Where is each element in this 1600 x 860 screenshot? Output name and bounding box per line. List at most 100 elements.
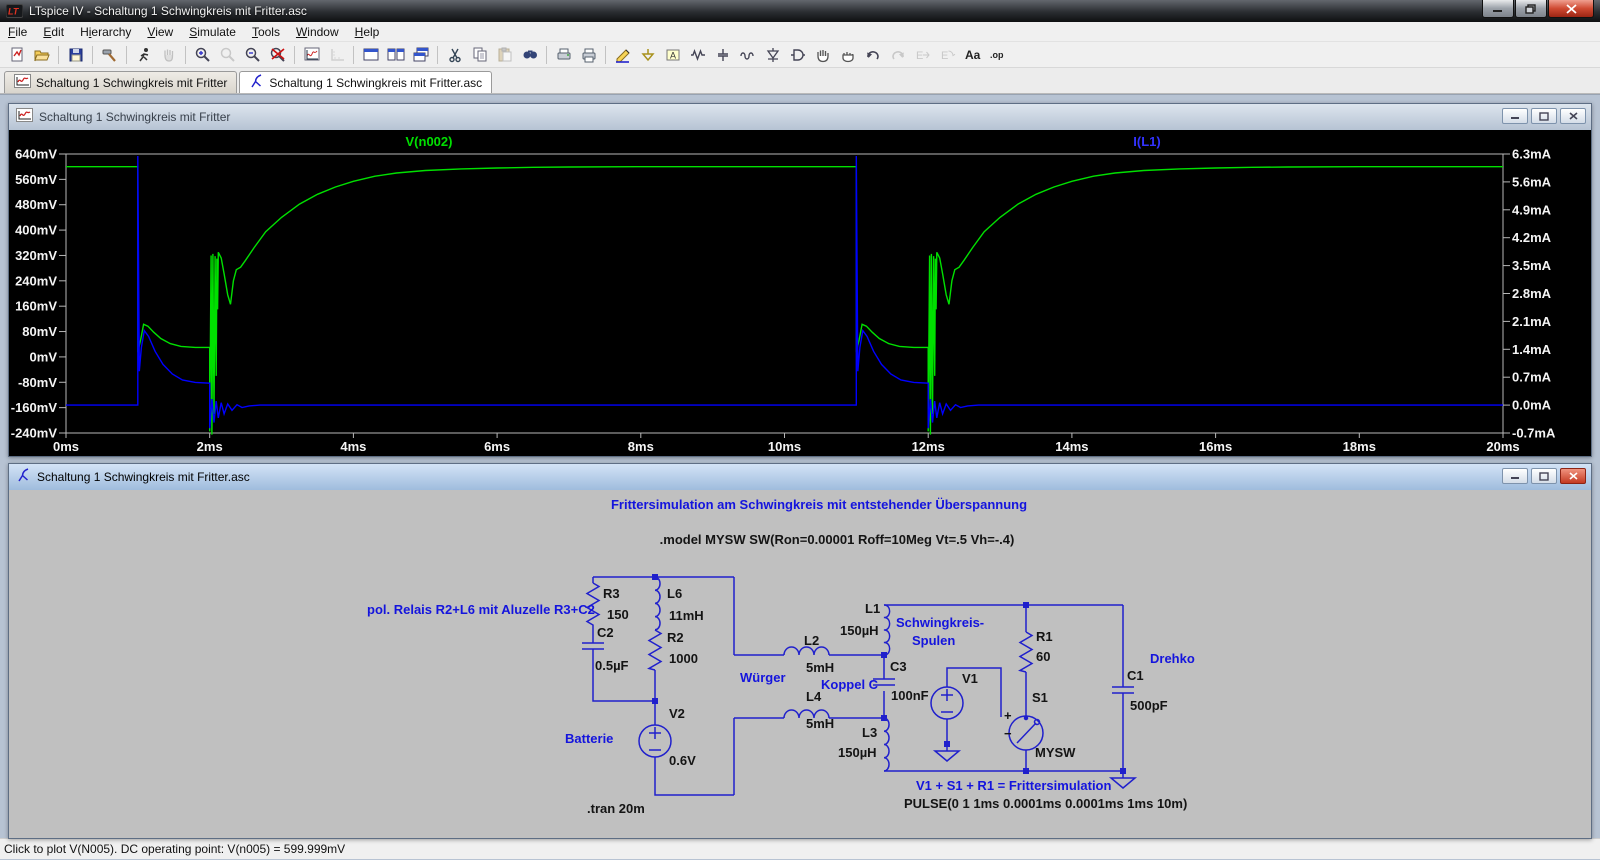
- find-button[interactable]: [517, 43, 542, 66]
- y-left-tick: 240mV: [15, 273, 57, 288]
- run-button[interactable]: [131, 43, 156, 66]
- mirror-button[interactable]: E: [910, 43, 935, 66]
- wire-button[interactable]: [610, 43, 635, 66]
- print-preview-button[interactable]: [551, 43, 576, 66]
- waveform-minimize-button[interactable]: [1502, 108, 1528, 124]
- drag-button[interactable]: [835, 43, 860, 66]
- autorange-button[interactable]: [299, 43, 324, 66]
- toolbar-separator: [58, 45, 59, 64]
- menu-file[interactable]: File: [0, 23, 35, 41]
- schematic-label: Batterie: [565, 731, 614, 746]
- schematic-canvas[interactable]: Frittersimulation am Schwingkreis mit en…: [9, 490, 1591, 838]
- paste-button[interactable]: [492, 43, 517, 66]
- capacitor-C2[interactable]: [582, 642, 604, 650]
- zoom-in-icon: [195, 47, 210, 62]
- diode-button[interactable]: [760, 43, 785, 66]
- schematic-label: C3: [890, 659, 907, 674]
- move-button[interactable]: [810, 43, 835, 66]
- ground-button[interactable]: [635, 43, 660, 66]
- grid-button[interactable]: [324, 43, 349, 66]
- schematic-minimize-button[interactable]: [1502, 468, 1528, 484]
- schematic-label: L1: [865, 601, 881, 616]
- x-tick: 20ms: [1486, 439, 1519, 454]
- paste-icon: [498, 47, 511, 61]
- capacitor-C1[interactable]: [1112, 686, 1134, 694]
- spice-directive-button[interactable]: .op: [985, 43, 1010, 66]
- copy-button[interactable]: [467, 43, 492, 66]
- voltage-source-V2[interactable]: [638, 724, 672, 758]
- diode-icon: [766, 47, 779, 62]
- cut-button[interactable]: [442, 43, 467, 66]
- open-button[interactable]: [29, 43, 54, 66]
- menu-window[interactable]: Window: [288, 23, 347, 41]
- toolbar: A E E Aa .op: [0, 42, 1600, 68]
- waveform-close-button[interactable]: [1560, 108, 1586, 124]
- tab-1[interactable]: Schaltung 1 Schwingkreis mit Fritter: [4, 71, 238, 93]
- menu-hierarchy[interactable]: Hierarchy: [72, 23, 139, 41]
- menu-edit[interactable]: Edit: [35, 23, 72, 41]
- halt-icon: [163, 49, 173, 62]
- grid-icon: [330, 48, 344, 61]
- svg-text:A: A: [669, 50, 675, 60]
- resistor-button[interactable]: [685, 43, 710, 66]
- save-button[interactable]: [63, 43, 88, 66]
- menu-tools[interactable]: Tools: [244, 23, 288, 41]
- inductor-L2[interactable]: [783, 646, 830, 656]
- schematic-window-titlebar[interactable]: Schaltung 1 Schwingkreis mit Fritter.asc: [9, 464, 1591, 490]
- component-button[interactable]: [785, 43, 810, 66]
- schematic-label: +: [1004, 708, 1012, 723]
- label-button[interactable]: A: [660, 43, 685, 66]
- schematic-label: 0.5µF: [595, 658, 629, 673]
- schematic-label: pol. Relais R2+L6 mit Aluzelle R3+C2: [367, 602, 595, 617]
- schematic-maximize-button[interactable]: [1531, 468, 1557, 484]
- rotate-button[interactable]: E: [935, 43, 960, 66]
- waveform-icon: [14, 73, 31, 92]
- new-schematic-button[interactable]: [4, 43, 29, 66]
- schematic-label: 0.6V: [669, 753, 696, 768]
- inductor-L6[interactable]: [654, 576, 661, 631]
- inductor-L1[interactable]: [883, 604, 891, 656]
- cascade-button[interactable]: [408, 43, 433, 66]
- window-titlebar[interactable]: LT LTspice IV - Schaltung 1 Schwingkreis…: [0, 0, 1600, 22]
- zoom-out-button[interactable]: [240, 43, 265, 66]
- x-tick: 14ms: [1055, 439, 1088, 454]
- plot-canvas[interactable]: 640mV 560mV 480mV 400mV 320mV 240mV 160mV 80mV 0…: [9, 130, 1591, 456]
- waveform-window-titlebar[interactable]: Schaltung 1 Schwingkreis mit Fritter: [9, 104, 1591, 130]
- open-icon: [33, 50, 50, 61]
- voltage-source-V1[interactable]: [930, 686, 964, 720]
- schematic-label: R1: [1036, 629, 1053, 644]
- tab-2[interactable]: Schaltung 1 Schwingkreis mit Fritter.asc: [239, 71, 493, 93]
- text-button[interactable]: Aa: [960, 43, 985, 66]
- menu-simulate[interactable]: Simulate: [181, 23, 244, 41]
- undo-button[interactable]: [860, 43, 885, 66]
- close-button[interactable]: [1548, 0, 1594, 18]
- halt-button[interactable]: [156, 43, 181, 66]
- waveform-maximize-button[interactable]: [1531, 108, 1557, 124]
- x-tick: 16ms: [1199, 439, 1232, 454]
- minimize-button[interactable]: [1482, 0, 1514, 18]
- capacitor-button[interactable]: [710, 43, 735, 66]
- resistor-R1[interactable]: [1018, 631, 1034, 673]
- tile-vertical-button[interactable]: [383, 43, 408, 66]
- schematic-label: Frittersimulation am Schwingkreis mit en…: [610, 497, 1028, 512]
- zoom-page-button[interactable]: [215, 43, 240, 66]
- schematic-close-button[interactable]: [1560, 468, 1586, 484]
- tile-horizontal-button[interactable]: [358, 43, 383, 66]
- menu-view[interactable]: View: [139, 23, 181, 41]
- y-left-tick: 80mV: [22, 324, 57, 339]
- menu-help[interactable]: Help: [347, 23, 388, 41]
- redo-button[interactable]: [885, 43, 910, 66]
- y-right-tick: 0.0mA: [1512, 398, 1552, 413]
- cascade-icon: [413, 47, 428, 61]
- print-button[interactable]: [576, 43, 601, 66]
- zoom-in-button[interactable]: [190, 43, 215, 66]
- zoom-extents-button[interactable]: [265, 43, 290, 66]
- inductor-button[interactable]: [735, 43, 760, 66]
- waveform-window-title: Schaltung 1 Schwingkreis mit Fritter: [39, 110, 231, 124]
- control-panel-button[interactable]: [97, 43, 122, 66]
- restore-button[interactable]: [1515, 0, 1547, 18]
- resistor-R2[interactable]: [647, 629, 663, 671]
- schematic-label: 60: [1036, 649, 1051, 664]
- inductor-L3[interactable]: [883, 717, 890, 772]
- schematic-label: Koppel C: [821, 677, 879, 692]
